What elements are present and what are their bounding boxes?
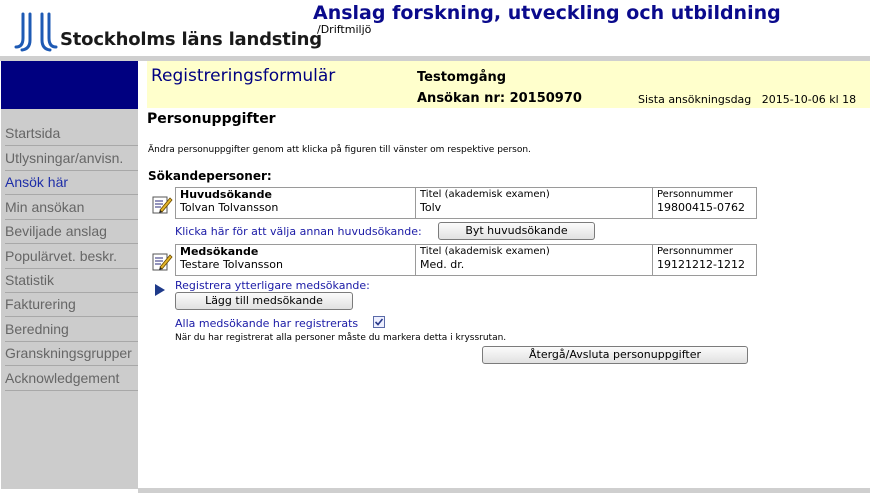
sidebar-item-acknowledgement[interactable]: Acknowledgement <box>5 366 138 390</box>
sidebar-item-statistik[interactable]: Statistik <box>5 268 138 292</box>
registration-note: När du har registrerat alla personer mås… <box>175 333 507 343</box>
co-applicant-table: Medsökande Testare Tolvansson Titel (aka… <box>175 244 757 276</box>
co-applicant-title-label: Titel (akademisk examen) <box>420 246 550 257</box>
application-number: Ansökan nr: 20150970 <box>417 91 582 106</box>
main-applicant-title-cell: Titel (akademisk examen) Tolv <box>416 188 653 218</box>
sll-logo-icon <box>14 12 58 52</box>
co-applicant-role: Medsökande <box>180 245 259 258</box>
main-applicant-name: Tolvan Tolvansson <box>180 201 279 214</box>
main-applicant-pnr-value: 19800415-0762 <box>657 201 745 214</box>
logo-text: Stockholms läns landsting <box>60 29 322 50</box>
sidebar-item-beviljade-anslag[interactable]: Beviljade anslag <box>5 219 138 243</box>
main-applicant-title-label: Titel (akademisk examen) <box>420 189 550 200</box>
co-applicant-role-cell: Medsökande Testare Tolvansson <box>176 245 416 275</box>
edit-person-icon[interactable] <box>151 250 173 272</box>
sidebar: Startsida Utlysningar/anvisn. Ansök här … <box>1 109 138 489</box>
sidebar-item-beredning[interactable]: Beredning <box>5 317 138 341</box>
co-applicant-title-cell: Titel (akademisk examen) Med. dr. <box>416 245 653 275</box>
environment-label: /Driftmiljö <box>317 23 372 36</box>
co-applicant-pnr-label: Personnummer <box>657 246 734 257</box>
footer-divider <box>138 488 870 493</box>
instructions-text: Ändra personuppgifter genom att klicka p… <box>148 145 531 155</box>
main-applicant-title-value: Tolv <box>420 201 442 214</box>
test-round-label: Testomgång <box>417 70 507 85</box>
sidebar-divider <box>5 390 138 391</box>
co-applicant-name: Testare Tolvansson <box>180 258 283 271</box>
main-applicant-pnr-cell: Personnummer 19800415-0762 <box>653 188 756 218</box>
sidebar-item-utlysningar[interactable]: Utlysningar/anvisn. <box>5 146 138 170</box>
sidebar-item-startsida[interactable]: Startsida <box>5 121 138 145</box>
section-title: Personuppgifter <box>147 111 276 127</box>
co-applicant-title-value: Med. dr. <box>420 258 465 271</box>
sidebar-item-ansok-har[interactable]: Ansök här <box>5 170 138 194</box>
sidebar-item-min-ansokan[interactable]: Min ansökan <box>5 195 138 219</box>
main-applicant-pnr-label: Personnummer <box>657 189 734 200</box>
main-applicant-role: Huvudsökande <box>180 188 272 201</box>
sidebar-item-fakturering[interactable]: Fakturering <box>5 292 138 316</box>
form-title: Registreringsformulär <box>151 66 336 86</box>
deadline-label: Sista ansökningsdag 2015-10-06 kl 18 <box>638 93 857 106</box>
main-applicant-role-cell: Huvudsökande Tolvan Tolvansson <box>176 188 416 218</box>
sidebar-item-popularvet[interactable]: Populärvet. beskr. <box>5 244 138 268</box>
sidebar-item-granskningsgrupper[interactable]: Granskningsgrupper <box>5 341 138 365</box>
checkbox-checked-icon <box>374 318 384 326</box>
app-title: Anslag forskning, utveckling och utbildn… <box>313 2 781 24</box>
play-arrow-icon <box>155 284 165 296</box>
nav-header-block <box>1 61 138 109</box>
edit-person-icon[interactable] <box>151 193 173 215</box>
applicants-heading: Sökandepersoner: <box>148 169 272 183</box>
add-co-applicant-button[interactable]: Lägg till medsökande <box>175 292 353 310</box>
change-main-applicant-link[interactable]: Klicka här för att välja annan huvudsöka… <box>175 225 422 238</box>
co-applicant-pnr-cell: Personnummer 19121212-1212 <box>653 245 756 275</box>
change-main-applicant-button[interactable]: Byt huvudsökande <box>438 222 595 240</box>
register-more-link[interactable]: Registrera ytterligare medsökande: <box>175 279 370 292</box>
all-registered-checkbox[interactable] <box>373 316 385 328</box>
main-applicant-table: Huvudsökande Tolvan Tolvansson Titel (ak… <box>175 187 757 219</box>
co-applicant-pnr-value: 19121212-1212 <box>657 258 745 271</box>
all-registered-label: Alla medsökande har registrerats <box>175 317 359 330</box>
finish-personal-data-button[interactable]: Återgå/Avsluta personuppgifter <box>482 346 748 364</box>
